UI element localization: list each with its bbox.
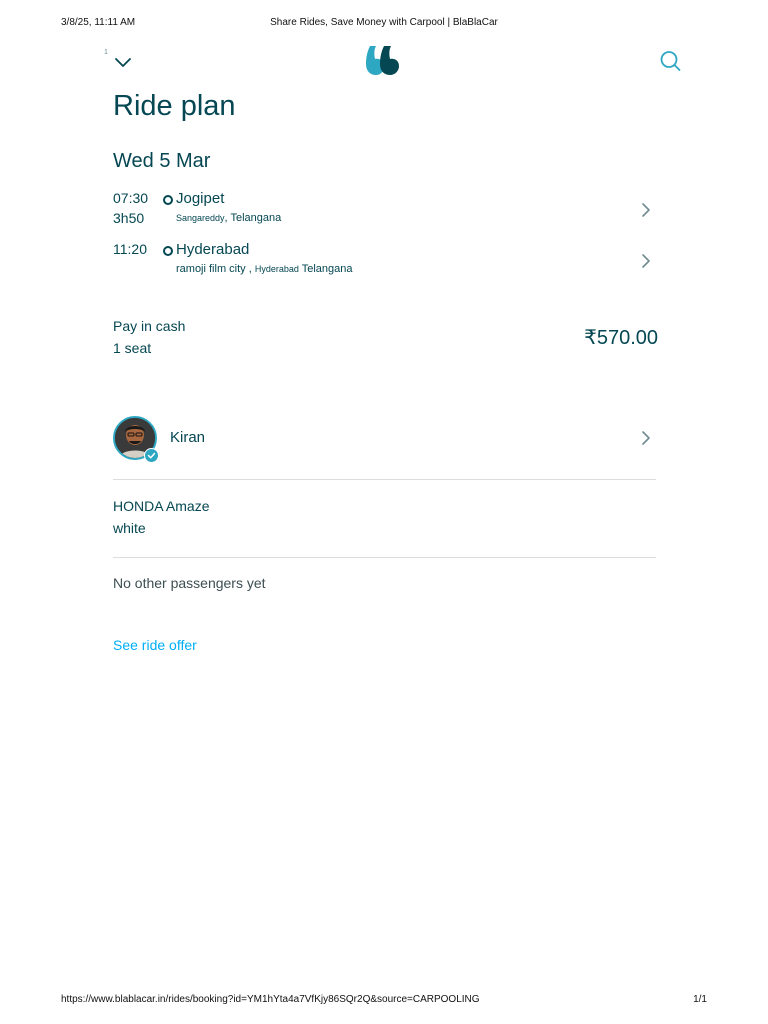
- car-color: white: [113, 520, 146, 536]
- print-footer: https://www.blablacar.in/rides/booking?i…: [61, 994, 707, 1008]
- seat-count: 1 seat: [113, 340, 152, 356]
- arrival-city: Hyderabad: [176, 241, 250, 258]
- route-dot-icon: [163, 195, 173, 205]
- car-model: HONDA Amaze: [113, 498, 210, 514]
- search-icon[interactable]: [658, 49, 682, 73]
- arrival-time: 11:20: [113, 241, 147, 257]
- arrival-stop[interactable]: 11:20 Hyderabad ramoji film city , Hyder…: [113, 241, 658, 287]
- departure-time: 07:30: [113, 190, 149, 206]
- blablacar-logo[interactable]: [364, 44, 402, 76]
- page-title: Ride plan: [113, 90, 236, 122]
- driver-row[interactable]: Kiran: [113, 416, 658, 463]
- page-marker: 1: [104, 49, 108, 56]
- see-ride-offer-link[interactable]: See ride offer: [113, 637, 197, 653]
- divider: [113, 479, 656, 480]
- departure-stop[interactable]: 07:30 3h50 Jogipet Sangareddy, Telangana: [113, 190, 658, 236]
- top-bar: 1: [0, 40, 768, 84]
- departure-address-state: , Telangana: [224, 212, 282, 224]
- arrival-address-state: Telangana: [301, 263, 353, 275]
- print-page-title: Share Rides, Save Money with Carpool | B…: [270, 17, 498, 28]
- print-page-number: 1/1: [693, 994, 707, 1005]
- verified-badge-icon: [144, 448, 159, 463]
- departure-address: Sangareddy, Telangana: [176, 212, 281, 224]
- print-url: https://www.blablacar.in/rides/booking?i…: [61, 994, 480, 1005]
- arrival-address-city: Hyderabad: [254, 264, 299, 274]
- passengers-status: No other passengers yet: [113, 575, 266, 591]
- ride-date: Wed 5 Mar: [113, 150, 211, 172]
- chevron-right-icon: [640, 253, 652, 269]
- departure-city: Jogipet: [176, 190, 225, 207]
- driver-name: Kiran: [170, 429, 206, 446]
- payment-method: Pay in cash: [113, 318, 186, 334]
- ride-price: ₹570.00: [584, 327, 658, 349]
- departure-address-district: Sangareddy: [176, 213, 225, 223]
- chevron-down-icon[interactable]: [113, 52, 133, 72]
- chevron-right-icon: [640, 202, 652, 218]
- route-dot-icon: [163, 246, 173, 256]
- avatar: [113, 416, 159, 463]
- arrival-address-place: ramoji film city ,: [176, 263, 252, 275]
- print-header: 3/8/25, 11:11 AM Share Rides, Save Money…: [61, 17, 707, 31]
- divider: [113, 557, 656, 558]
- chevron-right-icon: [640, 430, 652, 446]
- arrival-address: ramoji film city , Hyderabad Telangana: [176, 263, 353, 275]
- ride-duration: 3h50: [113, 210, 145, 226]
